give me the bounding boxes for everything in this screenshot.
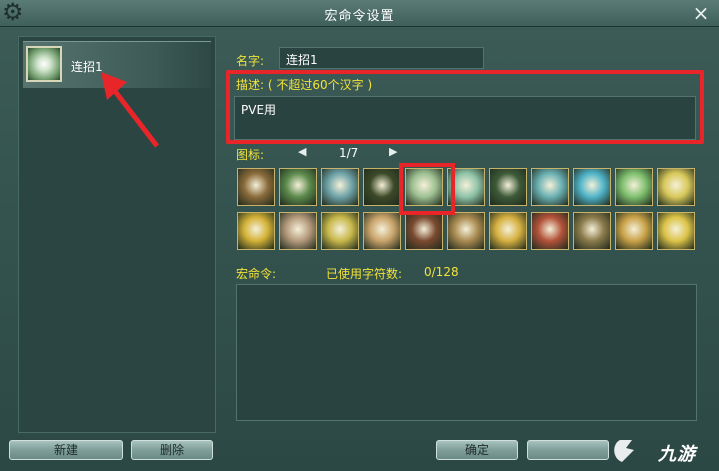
name-label: 名字: xyxy=(236,54,265,68)
titlebar: ⚙ 宏命令设置 × xyxy=(0,0,719,27)
monk-icon[interactable] xyxy=(237,168,275,206)
light-icon[interactable] xyxy=(657,168,695,206)
icon-grid xyxy=(237,168,697,254)
name-input[interactable]: 连招1 xyxy=(279,47,484,69)
flower-icon xyxy=(26,46,62,82)
ring-icon[interactable] xyxy=(531,168,569,206)
window-title: 宏命令设置 xyxy=(324,9,395,24)
cancel-button[interactable] xyxy=(527,440,609,460)
page-next-icon[interactable]: ▶ xyxy=(389,145,397,158)
annotation-arrow xyxy=(101,72,159,148)
mask-icon[interactable] xyxy=(489,168,527,206)
chars-used-label: 已使用字符数: xyxy=(326,267,403,281)
runner-icon[interactable] xyxy=(363,168,401,206)
macro-command-label: 宏命令: xyxy=(236,267,277,281)
statue-icon[interactable] xyxy=(573,212,611,250)
gold-flash-icon[interactable] xyxy=(237,212,275,250)
icon-label: 图标: xyxy=(236,148,265,162)
web-icon[interactable] xyxy=(447,212,485,250)
page-prev-icon[interactable]: ◀ xyxy=(298,145,306,158)
page-indicator: 1/7 xyxy=(339,146,359,160)
ok-button[interactable]: 确定 xyxy=(436,440,518,460)
warrior-icon[interactable] xyxy=(405,212,443,250)
new-button[interactable]: 新建 xyxy=(9,440,123,460)
macro-settings-window: ⚙ 宏命令设置 × 连招1 名字: 连招1 描述: ( 不超过60个汉字 ) P… xyxy=(0,0,719,471)
herb-icon[interactable] xyxy=(279,168,317,206)
close-icon[interactable]: × xyxy=(691,3,711,23)
chars-used-count: 0/128 xyxy=(424,265,459,279)
description-highlight-box xyxy=(226,70,704,144)
icon-highlight-box xyxy=(399,163,455,215)
burst-icon[interactable] xyxy=(573,168,611,206)
wave-icon[interactable] xyxy=(321,168,359,206)
shatter-icon[interactable] xyxy=(279,212,317,250)
face-icon[interactable] xyxy=(363,212,401,250)
sparkle-icon[interactable] xyxy=(615,168,653,206)
flame-icon[interactable] xyxy=(531,212,569,250)
blade-icon[interactable] xyxy=(321,212,359,250)
macro-command-textarea[interactable] xyxy=(236,284,697,421)
buddha-icon[interactable] xyxy=(615,212,653,250)
watermark-text: 九游 xyxy=(658,444,696,465)
palm-icon[interactable] xyxy=(489,212,527,250)
delete-button[interactable]: 删除 xyxy=(131,440,213,460)
radiance-icon[interactable] xyxy=(657,212,695,250)
